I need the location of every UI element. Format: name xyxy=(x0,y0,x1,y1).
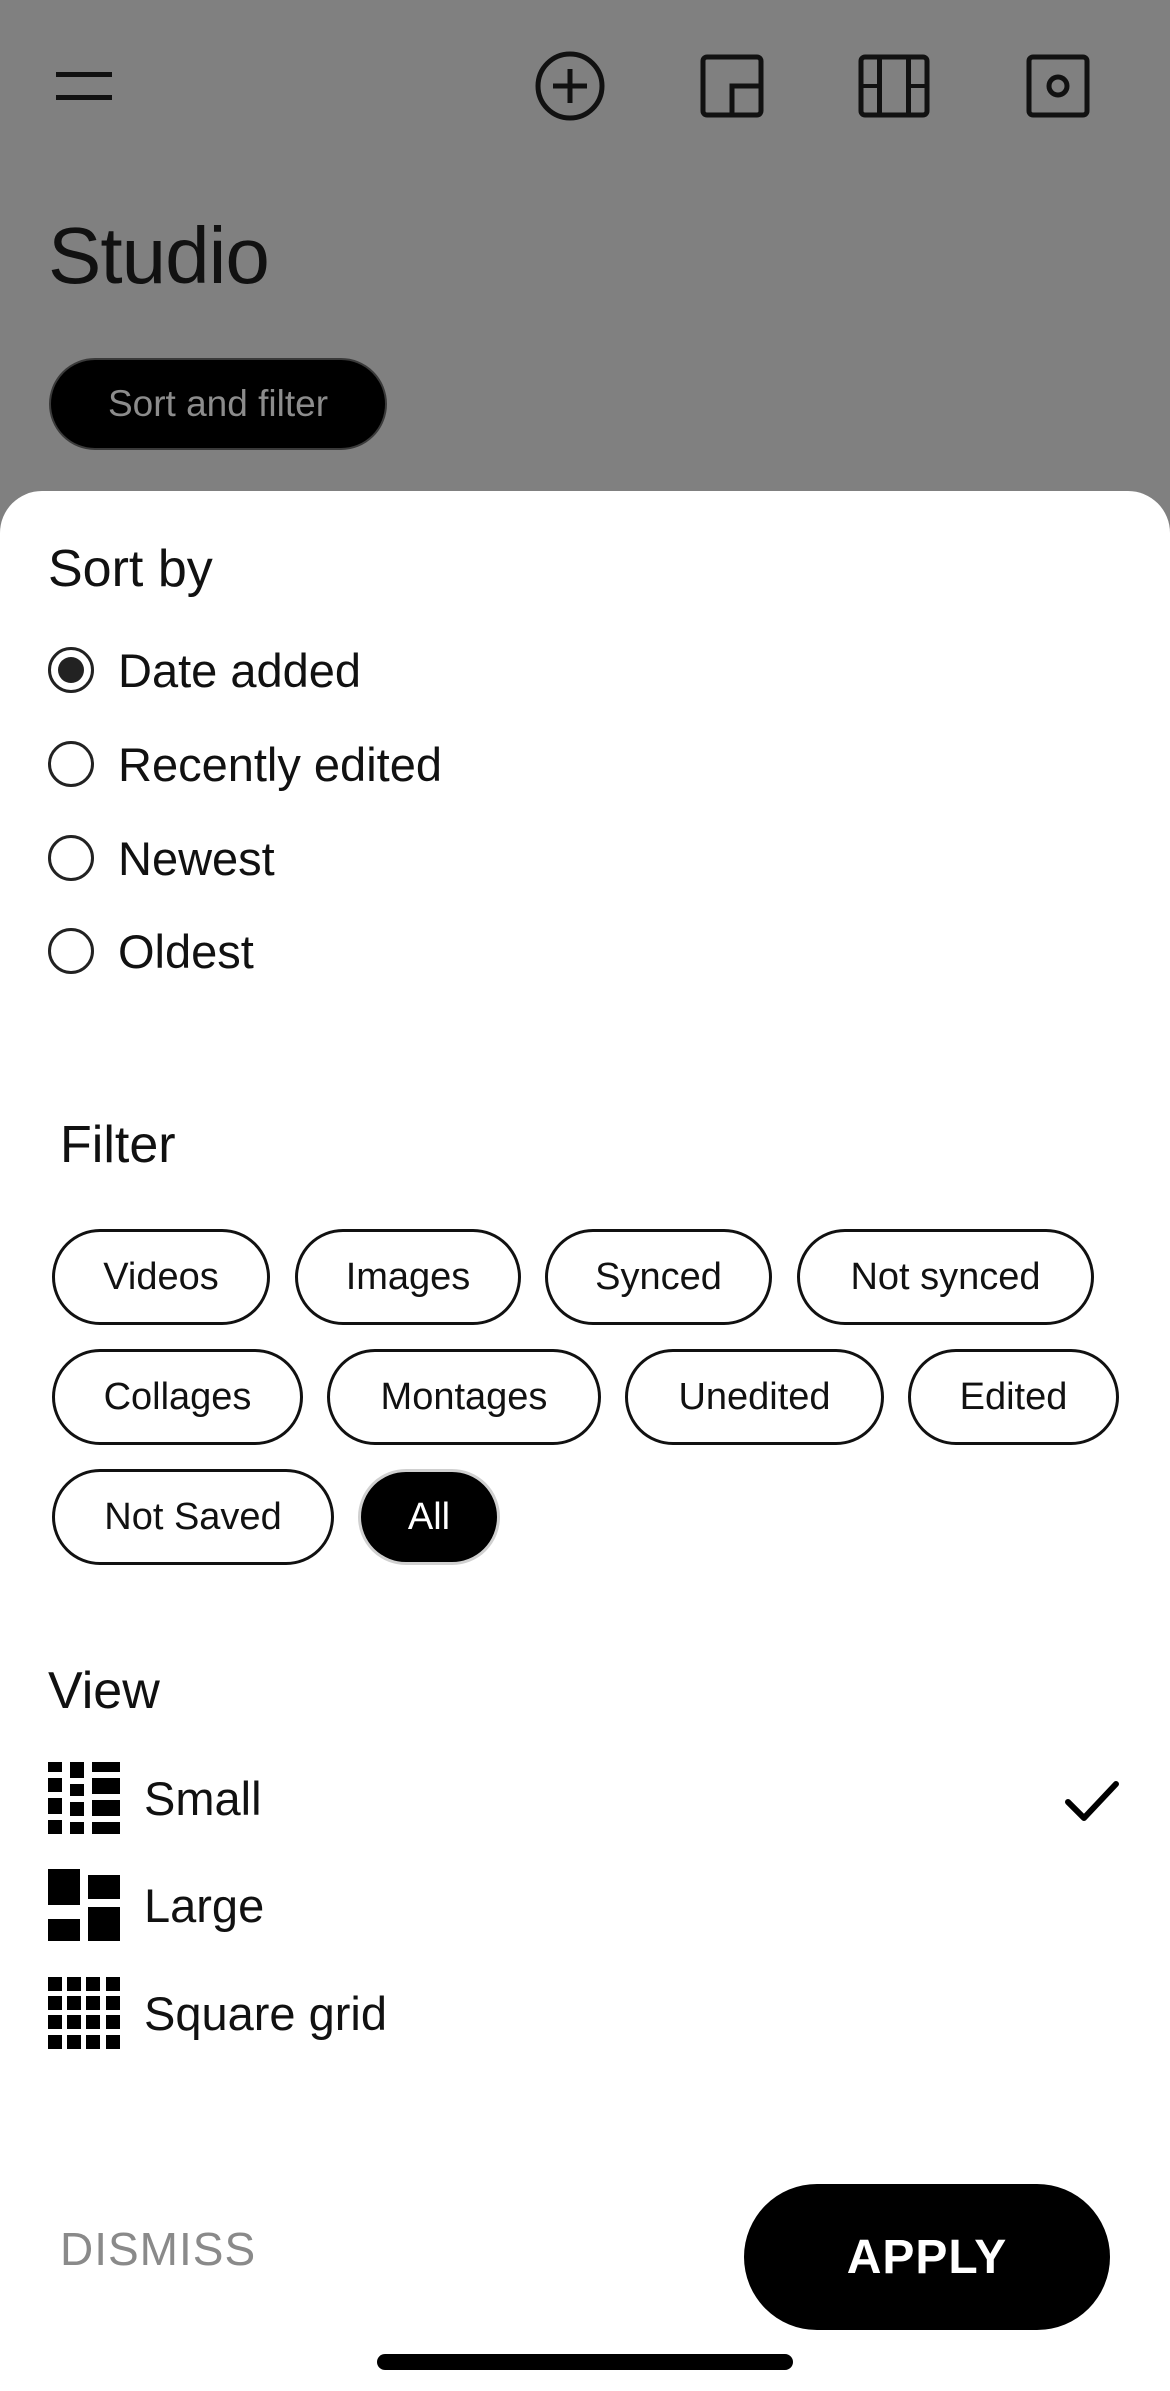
sort-by-title: Sort by xyxy=(48,540,213,598)
sort-option-recently-edited[interactable]: Recently edited xyxy=(48,729,442,799)
filter-chip-videos[interactable]: Videos xyxy=(52,1229,270,1325)
collage-layout-icon[interactable] xyxy=(690,44,774,128)
sort-option-label: Newest xyxy=(118,831,275,885)
apply-button[interactable]: APPLY xyxy=(744,2184,1110,2330)
filter-chip-not-saved[interactable]: Not Saved xyxy=(52,1469,334,1565)
square-grid-icon xyxy=(48,1977,120,2049)
sort-option-label: Date added xyxy=(118,643,362,697)
dismiss-button[interactable]: DISMISS xyxy=(60,2222,256,2276)
page-title: Studio xyxy=(48,211,270,300)
filter-title: Filter xyxy=(60,1116,176,1174)
sort-option-label: Oldest xyxy=(118,924,254,978)
large-grid-icon xyxy=(48,1869,120,1941)
sort-option-newest[interactable]: Newest xyxy=(48,823,275,893)
small-grid-icon xyxy=(48,1762,120,1834)
sort-and-filter-button[interactable]: Sort and filter xyxy=(49,358,387,450)
filter-chip-edited[interactable]: Edited xyxy=(908,1349,1119,1445)
menu-icon[interactable] xyxy=(42,44,126,128)
sort-option-date-added[interactable]: Date added xyxy=(48,635,361,705)
sort-filter-sheet: Sort by Date added Recently edited Newes… xyxy=(0,491,1170,2391)
radio-selected-icon[interactable] xyxy=(48,647,94,693)
top-bar xyxy=(0,0,1170,180)
check-icon xyxy=(1065,1781,1119,1821)
sort-option-oldest[interactable]: Oldest xyxy=(48,916,254,986)
radio-unselected-icon[interactable] xyxy=(48,928,94,974)
view-option-small[interactable]: Small xyxy=(48,1760,262,1836)
view-option-large[interactable]: Large xyxy=(48,1867,264,1943)
view-option-label: Square grid xyxy=(144,1986,387,2040)
filter-chip-not-synced[interactable]: Not synced xyxy=(797,1229,1094,1325)
view-option-label: Small xyxy=(144,1771,262,1825)
radio-unselected-icon[interactable] xyxy=(48,741,94,787)
radio-unselected-icon[interactable] xyxy=(48,835,94,881)
filter-chip-collages[interactable]: Collages xyxy=(52,1349,303,1445)
sort-option-label: Recently edited xyxy=(118,737,442,791)
filter-chip-unedited[interactable]: Unedited xyxy=(625,1349,884,1445)
home-indicator xyxy=(377,2354,793,2370)
filter-chip-synced[interactable]: Synced xyxy=(545,1229,772,1325)
filter-chip-all[interactable]: All xyxy=(358,1469,500,1565)
film-strip-icon[interactable] xyxy=(852,44,936,128)
view-option-square-grid[interactable]: Square grid xyxy=(48,1975,387,2051)
view-title: View xyxy=(48,1662,160,1720)
camera-square-icon[interactable] xyxy=(1016,44,1100,128)
filter-chip-images[interactable]: Images xyxy=(295,1229,521,1325)
view-option-label: Large xyxy=(144,1878,265,1932)
add-circle-icon[interactable] xyxy=(528,44,612,128)
filter-chip-montages[interactable]: Montages xyxy=(327,1349,601,1445)
